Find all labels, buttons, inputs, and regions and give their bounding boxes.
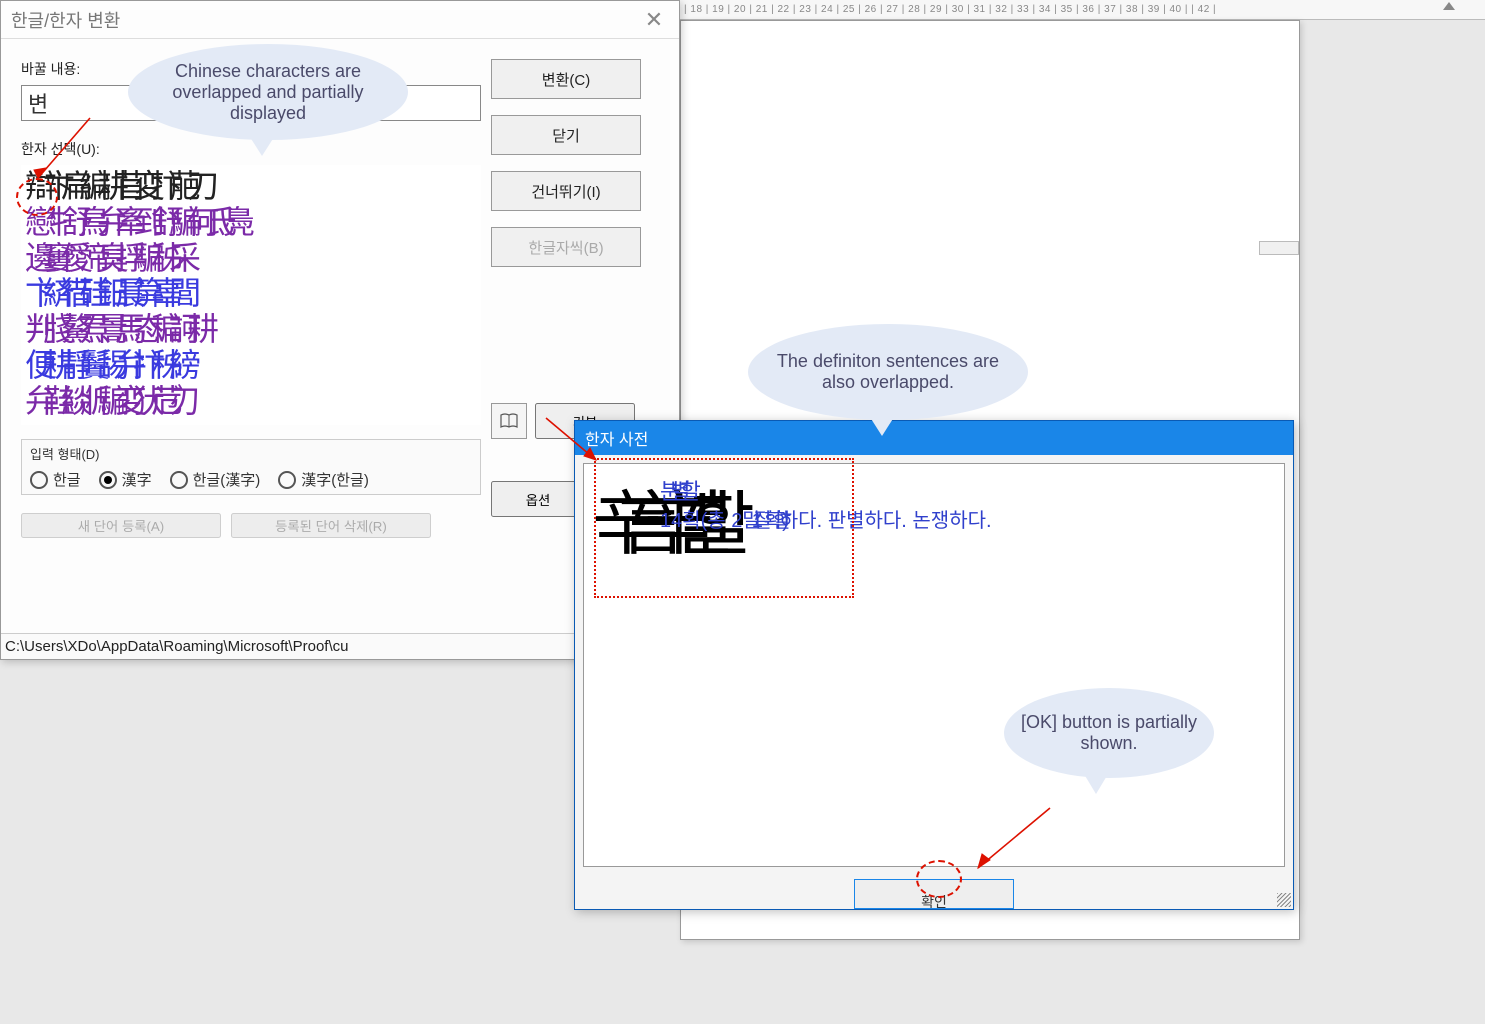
ok-button[interactable]: 확인 (854, 879, 1014, 909)
ruler-indent-marker[interactable] (1443, 2, 1455, 10)
ruler-strip: | 18 | 19 | 20 | 21 | 22 | 23 | 24 | 25 … (680, 0, 1485, 20)
dialog-title: 한글/한자 변환 (11, 7, 120, 33)
dict-title: 한자 사전 (585, 426, 648, 450)
radio-hangul[interactable]: 한글 (30, 469, 81, 490)
radio-hanja[interactable]: 漢字 (99, 469, 152, 490)
radio-hangul-hanja[interactable]: 한글(漢字) (170, 469, 261, 490)
delete-word-button[interactable]: 등록된 단어 삭제(R) (231, 513, 431, 538)
ruler-ticks: | 18 | 19 | 20 | 21 | 22 | 23 | 24 | 25 … (684, 4, 1216, 15)
page-break-indicator (1259, 241, 1299, 255)
close-icon[interactable]: ✕ (639, 5, 669, 35)
hangul-each-button[interactable]: 한글자씩(B) (491, 227, 641, 267)
dictionary-icon[interactable] (491, 403, 527, 439)
content-value: 변 (28, 87, 48, 119)
hanja-candidates-grid[interactable]: 辯卞扁編耕苜変抃萉刀 戀牜舒鳥弁牽到舒騙何氐鳧 邊窶僾渧臭捊騙秭采 卞緕徣硅鈤晨… (21, 165, 481, 425)
dict-heading: 분별할 (660, 474, 691, 506)
option-button[interactable]: 옵션 (491, 481, 585, 517)
hanja-dictionary-dialog: 한자 사전 辛言辛별할 분별할 14획(총 2말1잘획할)하다. 판별하다. 논… (574, 420, 1294, 910)
dialog-titlebar: 한글/한자 변환 ✕ (1, 1, 679, 39)
content-input[interactable]: 변 (21, 85, 481, 121)
skip-button[interactable]: 건너뛰기(I) (491, 171, 641, 211)
radio-hanja-hangul[interactable]: 漢字(한글) (278, 469, 369, 490)
close-button[interactable]: 닫기 (491, 115, 641, 155)
convert-button[interactable]: 변환(C) (491, 59, 641, 99)
input-style-label: 입력 형태(D) (30, 444, 472, 463)
new-word-button[interactable]: 새 단어 등록(A) (21, 513, 221, 538)
dict-titlebar: 한자 사전 (575, 421, 1293, 455)
resize-handle[interactable] (1277, 893, 1291, 907)
dict-definition: 14획(총 2말1잘획할)하다. 판별하다. 논쟁하다. (660, 504, 992, 533)
hanja-select-label: 한자 선택(U): (21, 139, 491, 159)
input-style-group: 입력 형태(D) 한글 漢字 한글(漢字) 漢字(한글) (21, 439, 481, 495)
dict-content: 辛言辛별할 분별할 14획(총 2말1잘획할)하다. 판별하다. 논쟁하다. (583, 463, 1285, 867)
content-label: 바꿀 내용: (21, 59, 491, 79)
